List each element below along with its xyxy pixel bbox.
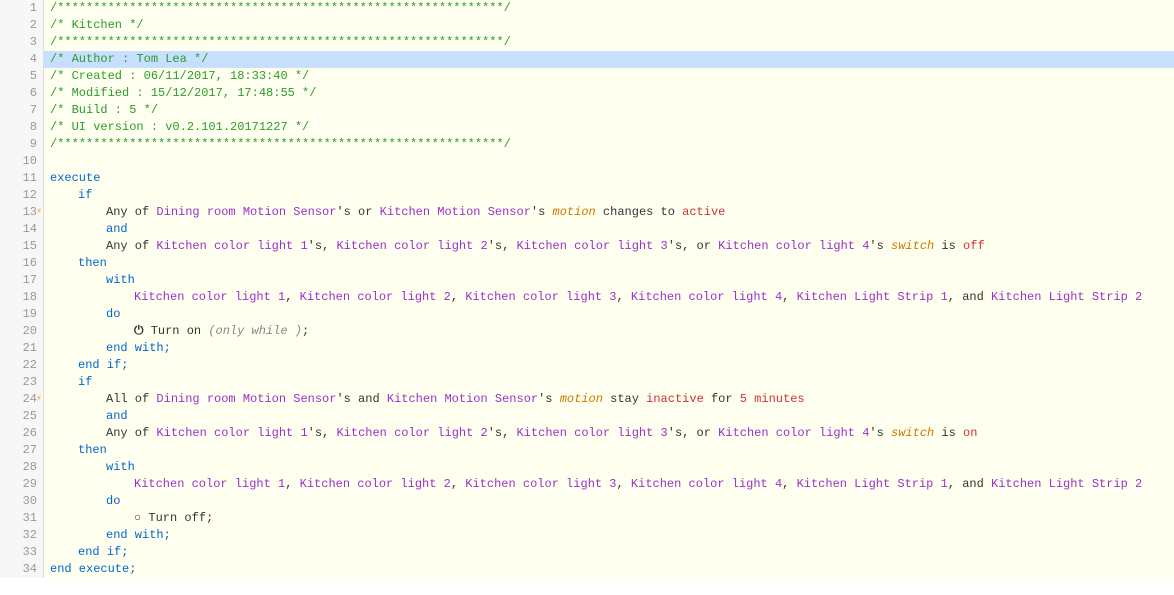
code-line[interactable]: end if; [44, 357, 1174, 374]
code-line[interactable]: then [44, 255, 1174, 272]
line-number: 22 [0, 357, 37, 374]
line-number: 17 [0, 272, 37, 289]
line-number: 11 [0, 170, 37, 187]
code-line[interactable]: end with; [44, 527, 1174, 544]
line-number: 16 [0, 255, 37, 272]
line-number: 31 [0, 510, 37, 527]
code-line[interactable]: with [44, 459, 1174, 476]
line-number: 2 [0, 17, 37, 34]
line-number: 32 [0, 527, 37, 544]
code-line[interactable]: /***************************************… [44, 136, 1174, 153]
line-number: 20 [0, 323, 37, 340]
code-line[interactable]: then [44, 442, 1174, 459]
line-number: 1 [0, 0, 37, 17]
line-number: 34 [0, 561, 37, 578]
line-number: 27 [0, 442, 37, 459]
code-line[interactable]: Kitchen color light 1, Kitchen color lig… [44, 476, 1174, 493]
line-number: 8 [0, 119, 37, 136]
power-icon: ⏻ [134, 324, 144, 338]
line-number: 26 [0, 425, 37, 442]
code-editor[interactable]: 1 2 3 4 5 6 7 8 9 10 11 12 13⚡ 14 15 16 … [0, 0, 1174, 578]
code-line[interactable]: /* UI version : v0.2.101.20171227 */ [44, 119, 1174, 136]
line-number: 30 [0, 493, 37, 510]
code-line[interactable]: if [44, 187, 1174, 204]
line-number: 28 [0, 459, 37, 476]
code-line[interactable]: Kitchen color light 1, Kitchen color lig… [44, 289, 1174, 306]
line-number: 15 [0, 238, 37, 255]
code-line[interactable]: /***************************************… [44, 34, 1174, 51]
line-number: 10 [0, 153, 37, 170]
code-line[interactable] [44, 153, 1174, 170]
code-line[interactable]: do [44, 493, 1174, 510]
code-line[interactable]: end with; [44, 340, 1174, 357]
code-line[interactable]: and [44, 221, 1174, 238]
bolt-icon: ⚡ [36, 204, 42, 221]
code-line[interactable]: Any of Dining room Motion Sensor's or Ki… [44, 204, 1174, 221]
line-gutter: 1 2 3 4 5 6 7 8 9 10 11 12 13⚡ 14 15 16 … [0, 0, 44, 578]
code-line[interactable]: Any of Kitchen color light 1's, Kitchen … [44, 238, 1174, 255]
code-line[interactable]: with [44, 272, 1174, 289]
line-number: 3 [0, 34, 37, 51]
code-line[interactable]: /* Kitchen */ [44, 17, 1174, 34]
code-line[interactable]: and [44, 408, 1174, 425]
code-line-highlighted[interactable]: /* Author : Tom Lea */ [44, 51, 1174, 68]
code-line[interactable]: execute [44, 170, 1174, 187]
code-line[interactable]: if [44, 374, 1174, 391]
line-number: 23 [0, 374, 37, 391]
line-number: 13⚡ [0, 204, 37, 221]
line-number: 29 [0, 476, 37, 493]
line-number: 21 [0, 340, 37, 357]
line-number: 6 [0, 85, 37, 102]
code-line[interactable]: /* Created : 06/11/2017, 18:33:40 */ [44, 68, 1174, 85]
line-number: 4 [0, 51, 37, 68]
code-line[interactable]: /***************************************… [44, 0, 1174, 17]
line-number: 9 [0, 136, 37, 153]
line-number: 5 [0, 68, 37, 85]
line-number: 19 [0, 306, 37, 323]
line-number: 25 [0, 408, 37, 425]
code-line[interactable]: do [44, 306, 1174, 323]
code-line[interactable]: Any of Kitchen color light 1's, Kitchen … [44, 425, 1174, 442]
code-pane[interactable]: /***************************************… [44, 0, 1174, 578]
line-number: 18 [0, 289, 37, 306]
code-line[interactable]: ⏻ Turn on (only while ); [44, 323, 1174, 340]
code-line[interactable]: end execute; [44, 561, 1174, 578]
code-line[interactable]: end if; [44, 544, 1174, 561]
line-number: 7 [0, 102, 37, 119]
line-number: 33 [0, 544, 37, 561]
code-line[interactable]: All of Dining room Motion Sensor's and K… [44, 391, 1174, 408]
line-number: 12 [0, 187, 37, 204]
code-line[interactable]: ○ Turn off; [44, 510, 1174, 527]
line-number: 14 [0, 221, 37, 238]
code-line[interactable]: /* Modified : 15/12/2017, 17:48:55 */ [44, 85, 1174, 102]
bolt-icon: ⚡ [36, 391, 42, 408]
code-line[interactable]: /* Build : 5 */ [44, 102, 1174, 119]
line-number: 24⚡ [0, 391, 37, 408]
